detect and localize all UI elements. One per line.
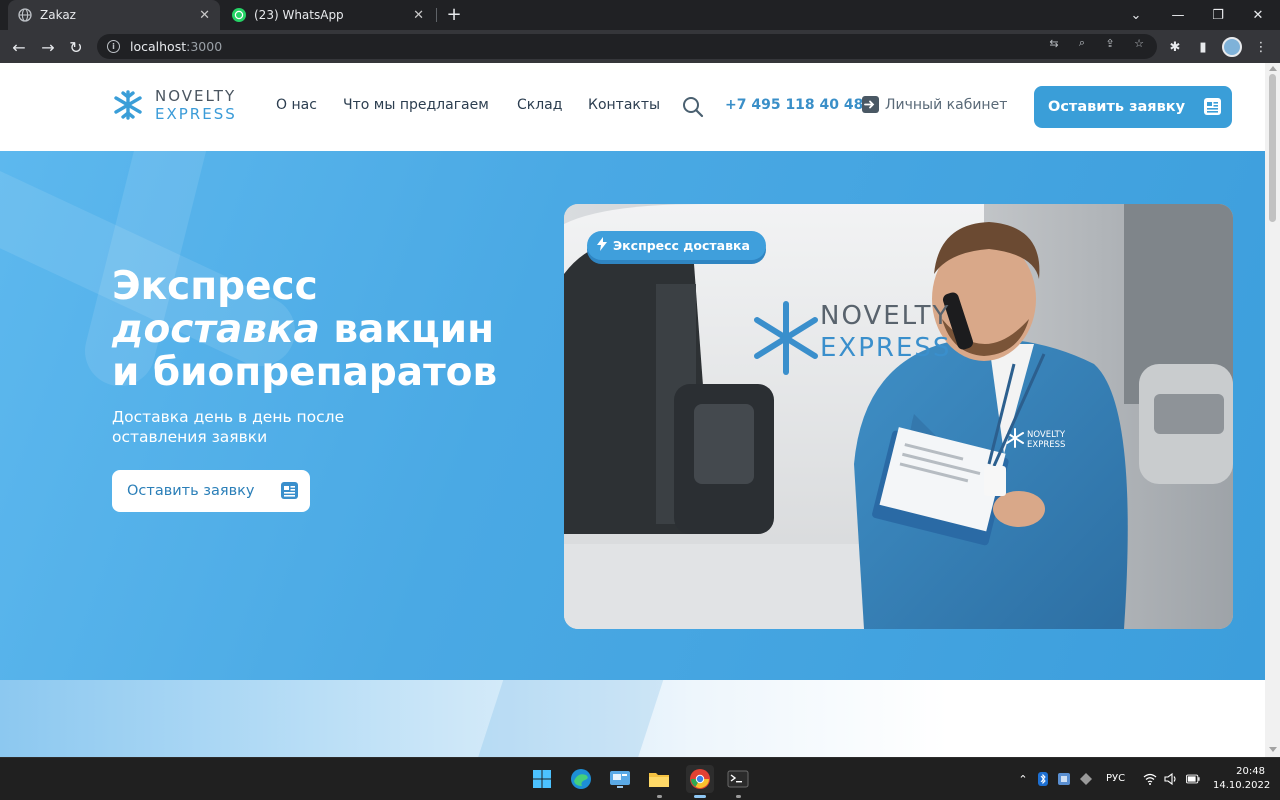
- hero-subtitle: Доставка день в день после оставления за…: [112, 408, 345, 446]
- running-indicator: [657, 795, 662, 798]
- search-icon[interactable]: [682, 96, 704, 122]
- scroll-up-icon[interactable]: [1269, 66, 1277, 71]
- bookmark-star-icon[interactable]: ☆: [1132, 36, 1146, 50]
- van-logo-line2: EXPRESS: [820, 333, 952, 363]
- window-close-icon[interactable]: ✕: [1238, 0, 1278, 30]
- logo-line2: EXPRESS: [155, 105, 237, 123]
- globe-icon: [18, 8, 32, 22]
- profile-avatar-icon[interactable]: [1222, 37, 1242, 57]
- side-panel-icon[interactable]: ▮: [1194, 38, 1212, 56]
- tab-zakaz[interactable]: Zakaz ✕: [8, 0, 220, 30]
- battery-icon[interactable]: [1186, 772, 1200, 786]
- express-delivery-badge: Экспресс доставка: [587, 231, 766, 260]
- hero-title: Экспресс доставка вакцин и биопрепаратов: [112, 265, 552, 394]
- badge-label: Экспресс доставка: [613, 238, 750, 253]
- forward-arrow-icon[interactable]: →: [37, 36, 59, 58]
- address-host: localhost: [130, 39, 187, 54]
- tab-title: Zakaz: [40, 8, 76, 22]
- phone-link[interactable]: +7 495 118 40 48: [725, 97, 863, 113]
- van-logo-text: NOVELTY EXPRESS: [820, 300, 951, 364]
- site-header: NOVELTY EXPRESS О нас Что мы предлагаем …: [0, 63, 1265, 151]
- minimize-icon[interactable]: —: [1158, 0, 1198, 30]
- lightning-icon: [597, 237, 607, 254]
- page-viewport: NOVELTY EXPRESS О нас Что мы предлагаем …: [0, 63, 1265, 757]
- jacket-logo-line1: NOVELTY: [1027, 430, 1066, 440]
- reload-icon[interactable]: ↻: [65, 36, 87, 58]
- clock-time: 20:48: [1236, 766, 1265, 777]
- hero-request-label: Оставить заявку: [127, 483, 255, 499]
- menu-dots-icon[interactable]: ⋮: [1252, 38, 1270, 56]
- tab-separator: [436, 8, 437, 22]
- van-logo-line1: NOVELTY: [820, 301, 951, 331]
- nav-link-warehouse[interactable]: Склад: [517, 97, 562, 113]
- windows-taskbar: ⌃ РУС 20:48 14.10.2022: [0, 757, 1280, 800]
- running-indicator: [736, 795, 741, 798]
- address-port: :3000: [186, 39, 223, 54]
- hero-request-button[interactable]: Оставить заявку: [112, 470, 310, 512]
- whatsapp-icon: [232, 8, 246, 22]
- tray-expand-chevron-icon[interactable]: ⌃: [1016, 772, 1030, 786]
- new-tab-plus-icon[interactable]: +: [444, 4, 464, 26]
- login-arrow-icon: [862, 96, 879, 113]
- windows-start-icon[interactable]: [529, 766, 555, 792]
- jacket-logo-line2: EXPRESS: [1027, 440, 1066, 450]
- snowflake-logo-icon: [114, 90, 142, 120]
- wifi-icon[interactable]: [1143, 772, 1157, 786]
- hero-title-line3: и биопрепаратов: [112, 350, 498, 395]
- nav-link-contacts[interactable]: Контакты: [588, 97, 660, 113]
- bluetooth-icon[interactable]: [1036, 772, 1050, 786]
- personal-cabinet-link[interactable]: Личный кабинет: [862, 96, 1007, 113]
- hero-title-line1: Экспресс: [112, 264, 318, 309]
- site-info-icon[interactable]: i: [107, 40, 120, 53]
- nav-link-about[interactable]: О нас: [276, 97, 317, 113]
- page-scrollbar[interactable]: [1265, 63, 1280, 757]
- form-document-icon: [1204, 98, 1221, 115]
- edge-icon[interactable]: [568, 766, 594, 792]
- hero-title-emphasis: доставка: [112, 307, 320, 352]
- hero-section: Экспресс доставка вакцин и биопрепаратов…: [0, 151, 1265, 680]
- browser-tab-bar: Zakaz ✕ (23) WhatsApp ✕ + ⌄ — ❐ ✕: [0, 0, 1280, 30]
- zoom-icon[interactable]: ⌕: [1075, 36, 1089, 50]
- hero-title-line2-rest: вакцин: [319, 307, 495, 352]
- tray-app-icon[interactable]: [1057, 772, 1071, 786]
- logo-line1: NOVELTY: [155, 87, 237, 105]
- form-document-icon: [281, 482, 298, 499]
- tab-whatsapp[interactable]: (23) WhatsApp ✕: [222, 0, 434, 30]
- keyboard-language[interactable]: РУС: [1106, 773, 1125, 784]
- clock-date: 14.10.2022: [1213, 780, 1271, 791]
- next-section: [0, 680, 1265, 757]
- chrome-icon[interactable]: [686, 765, 714, 793]
- file-explorer-icon[interactable]: [646, 766, 672, 792]
- header-request-label: Оставить заявку: [1048, 99, 1186, 115]
- terminal-icon[interactable]: [725, 766, 751, 792]
- close-icon[interactable]: ✕: [199, 8, 210, 23]
- address-bar[interactable]: i localhost:3000: [97, 34, 1157, 59]
- nav-link-services[interactable]: Что мы предлагаем: [343, 97, 489, 113]
- share-icon[interactable]: ⇪: [1103, 36, 1117, 50]
- close-icon[interactable]: ✕: [413, 8, 424, 23]
- volume-icon[interactable]: [1164, 772, 1178, 786]
- control-panel-icon[interactable]: [607, 766, 633, 792]
- active-indicator: [694, 795, 706, 798]
- tab-search-chevron-icon[interactable]: ⌄: [1116, 0, 1156, 30]
- site-logo[interactable]: NOVELTY EXPRESS: [111, 87, 237, 123]
- scrollbar-thumb[interactable]: [1269, 74, 1276, 222]
- cabinet-label: Личный кабинет: [885, 96, 1008, 113]
- extensions-puzzle-icon[interactable]: ✱: [1166, 38, 1184, 56]
- header-request-button[interactable]: Оставить заявку: [1034, 86, 1232, 128]
- restore-icon[interactable]: ❐: [1198, 0, 1238, 30]
- hero-courier-photo: NOVELTY EXPRESS NOVELTY EXPRESS: [564, 204, 1233, 629]
- scroll-down-icon[interactable]: [1269, 747, 1277, 752]
- tray-diamond-icon[interactable]: [1079, 772, 1093, 786]
- system-clock[interactable]: 20:48 14.10.2022: [1213, 765, 1271, 793]
- jacket-logo-text: NOVELTY EXPRESS: [1027, 430, 1065, 450]
- translate-icon[interactable]: ⇆: [1047, 36, 1061, 50]
- tab-title: (23) WhatsApp: [254, 8, 344, 22]
- browser-toolbar: ← → ↻ i localhost:3000 ⇆ ⌕ ⇪ ☆ ✱ ▮ ⋮: [0, 30, 1280, 63]
- back-arrow-icon[interactable]: ←: [8, 36, 30, 58]
- section-decoration: [464, 680, 696, 757]
